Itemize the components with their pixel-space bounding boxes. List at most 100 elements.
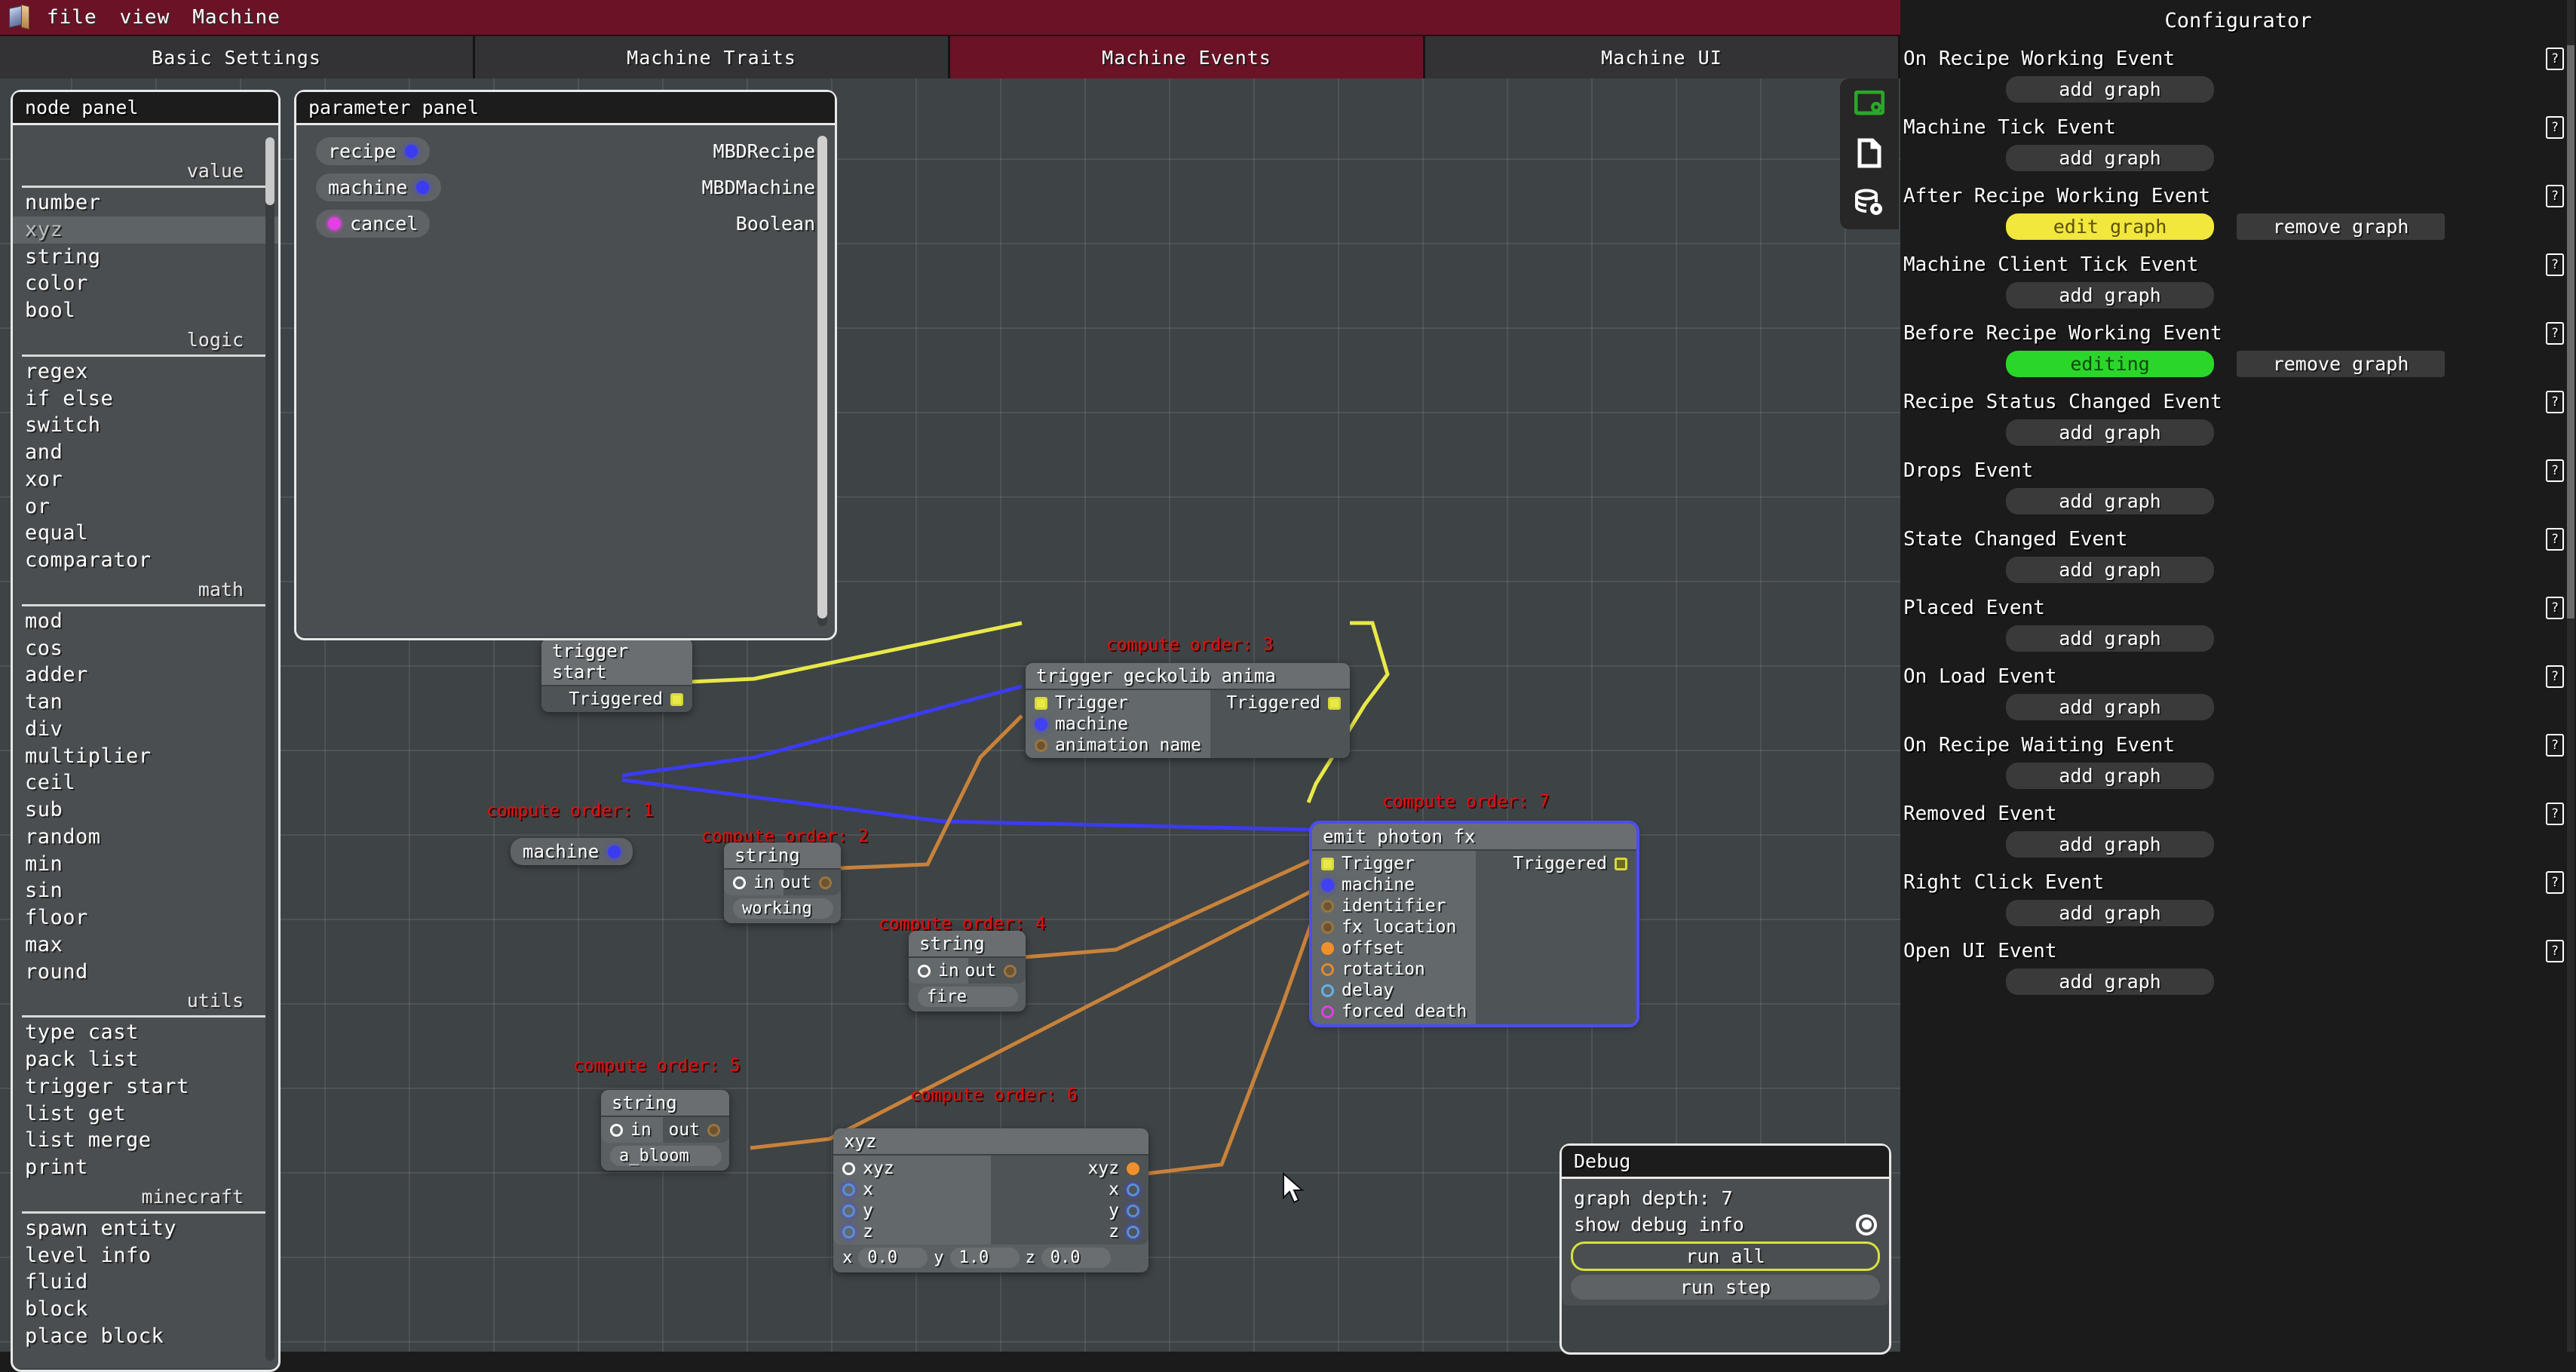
file-page-icon[interactable]: [1840, 128, 1899, 178]
help-icon[interactable]: ?: [2546, 803, 2564, 825]
port-in[interactable]: in: [724, 872, 784, 893]
edit-graph-button[interactable]: edit graph: [2006, 213, 2214, 240]
node-item-comparator[interactable]: comparator: [13, 547, 278, 574]
node-item-xor[interactable]: xor: [13, 466, 278, 493]
run-all-button[interactable]: run all: [1571, 1242, 1880, 1271]
port-z-in[interactable]: z: [833, 1221, 991, 1242]
parameter-chip-cancel[interactable]: cancel: [316, 210, 431, 238]
yellow-square-pin-icon[interactable]: [1328, 696, 1341, 710]
blue-ring-pin-icon[interactable]: [842, 1183, 855, 1196]
port-forced-death[interactable]: forced death: [1312, 1001, 1476, 1022]
help-icon[interactable]: ?: [2546, 459, 2564, 482]
blue-ring-pin-icon[interactable]: [842, 1204, 855, 1217]
blue-dot-pin-icon[interactable]: [608, 845, 621, 858]
show-debug-info-toggle[interactable]: [1856, 1214, 1877, 1235]
node-machine-parameter[interactable]: machine: [511, 838, 633, 865]
xyz-y-field[interactable]: 1.0: [949, 1248, 1020, 1268]
port-in[interactable]: in: [909, 960, 968, 981]
node-item-trigger-start[interactable]: trigger start: [13, 1073, 278, 1100]
add-graph-button[interactable]: add graph: [2006, 968, 2214, 995]
help-icon[interactable]: ?: [2546, 322, 2564, 345]
node-item-type-cast[interactable]: type cast: [13, 1019, 278, 1046]
help-icon[interactable]: ?: [2546, 871, 2564, 894]
node-item-min[interactable]: min: [13, 851, 278, 878]
help-icon[interactable]: ?: [2546, 734, 2564, 757]
string-value-field[interactable]: a_bloom: [610, 1146, 722, 1166]
node-trigger-start[interactable]: trigger start Triggered: [541, 638, 692, 712]
node-string-fire[interactable]: string in out fire: [909, 931, 1026, 1011]
node-item-multiplier[interactable]: multiplier: [13, 743, 278, 770]
add-graph-button[interactable]: add graph: [2006, 282, 2214, 308]
node-item-if-else[interactable]: if else: [13, 385, 278, 413]
port-out[interactable]: out: [964, 960, 1026, 981]
node-item-sin[interactable]: sin: [13, 877, 278, 904]
menu-item-file[interactable]: file: [39, 6, 105, 29]
editing-graph-button[interactable]: editing: [2006, 351, 2214, 377]
port-delay[interactable]: delay: [1312, 980, 1476, 1001]
node-xyz[interactable]: xyz xyz x y z xyz x y z x 0.0 y 1.0 z 0.…: [833, 1128, 1148, 1272]
help-icon[interactable]: ?: [2546, 253, 2564, 276]
menu-item-view[interactable]: view: [112, 6, 178, 29]
blue-ring-pin-icon[interactable]: [1127, 1183, 1139, 1196]
add-graph-button[interactable]: add graph: [2006, 76, 2214, 103]
node-item-bool[interactable]: bool: [13, 297, 278, 324]
help-icon[interactable]: ?: [2546, 665, 2564, 688]
node-item-equal[interactable]: equal: [13, 520, 278, 547]
port-triggered[interactable]: Triggered: [541, 689, 692, 710]
add-graph-button[interactable]: add graph: [2006, 145, 2214, 171]
help-icon[interactable]: ?: [2546, 528, 2564, 551]
port-machine[interactable]: machine: [1026, 714, 1210, 735]
port-machine[interactable]: machine: [1312, 874, 1476, 895]
white-ring-pin-icon[interactable]: [610, 1123, 623, 1137]
white-ring-pin-icon[interactable]: [918, 964, 931, 978]
node-item-spawn-entity[interactable]: spawn entity: [13, 1215, 278, 1242]
port-in[interactable]: in: [601, 1119, 663, 1140]
port-trigger[interactable]: Trigger: [1312, 853, 1476, 874]
xyz-z-field[interactable]: 0.0: [1041, 1248, 1111, 1268]
help-icon[interactable]: ?: [2546, 116, 2564, 139]
node-item-xyz[interactable]: xyz: [13, 216, 278, 244]
blue-dot-pin-icon[interactable]: [1321, 878, 1334, 892]
port-triggered[interactable]: Triggered: [1210, 692, 1350, 714]
port-y-out[interactable]: y: [991, 1200, 1148, 1221]
port-xyz-out[interactable]: xyz: [991, 1158, 1148, 1179]
white-ring-pin-icon[interactable]: [842, 1162, 855, 1175]
tab-machine-traits[interactable]: Machine Traits: [475, 36, 950, 78]
add-graph-button[interactable]: add graph: [2006, 419, 2214, 446]
node-item-regex[interactable]: regex: [13, 358, 278, 385]
help-icon[interactable]: ?: [2546, 185, 2564, 207]
port-identifier[interactable]: identifier: [1312, 895, 1476, 916]
add-graph-button[interactable]: add graph: [2006, 557, 2214, 583]
node-panel-scrollbar-thumb[interactable]: [265, 137, 274, 205]
screen-settings-icon[interactable]: [1840, 78, 1899, 128]
yellow-square-pin-icon[interactable]: [670, 692, 683, 706]
add-graph-button[interactable]: add graph: [2006, 694, 2214, 720]
tab-machine-events[interactable]: Machine Events: [950, 36, 1425, 78]
node-item-place-block[interactable]: place block: [13, 1323, 278, 1350]
tab-machine-ui[interactable]: Machine UI: [1425, 36, 1900, 78]
yellow-square-pin-icon[interactable]: [1035, 696, 1047, 710]
node-item-switch[interactable]: switch: [13, 412, 278, 439]
blue-ring-pin-icon[interactable]: [842, 1225, 855, 1238]
blue-dot-pin-icon[interactable]: [1035, 717, 1047, 731]
configurator-scrollbar-thumb[interactable]: [2567, 45, 2574, 618]
port-x-out[interactable]: x: [991, 1179, 1148, 1200]
node-string-working[interactable]: string in out working: [724, 843, 841, 923]
parameter-row-cancel[interactable]: cancel Boolean: [316, 210, 815, 238]
node-item-list-merge[interactable]: list merge: [13, 1127, 278, 1154]
port-triggered[interactable]: Triggered: [1476, 853, 1636, 874]
port-x-in[interactable]: x: [833, 1179, 991, 1200]
orange-ring-pin-icon[interactable]: [1321, 962, 1334, 976]
port-offset[interactable]: offset: [1312, 938, 1476, 959]
node-item-number[interactable]: number: [13, 189, 278, 216]
orange-dot-pin-icon[interactable]: [1127, 1162, 1139, 1175]
node-panel-scrollbar-track[interactable]: [265, 137, 274, 1361]
node-item-and[interactable]: and: [13, 439, 278, 466]
magenta-ring-pin-icon[interactable]: [1321, 1005, 1334, 1018]
port-rotation[interactable]: rotation: [1312, 959, 1476, 980]
orange-dot-pin-icon[interactable]: [1004, 964, 1017, 978]
parameter-row-machine[interactable]: machine MBDMachine: [316, 173, 815, 201]
node-item-cos[interactable]: cos: [13, 635, 278, 662]
port-out[interactable]: out: [663, 1119, 729, 1140]
port-animation-name[interactable]: animation name: [1026, 735, 1210, 756]
